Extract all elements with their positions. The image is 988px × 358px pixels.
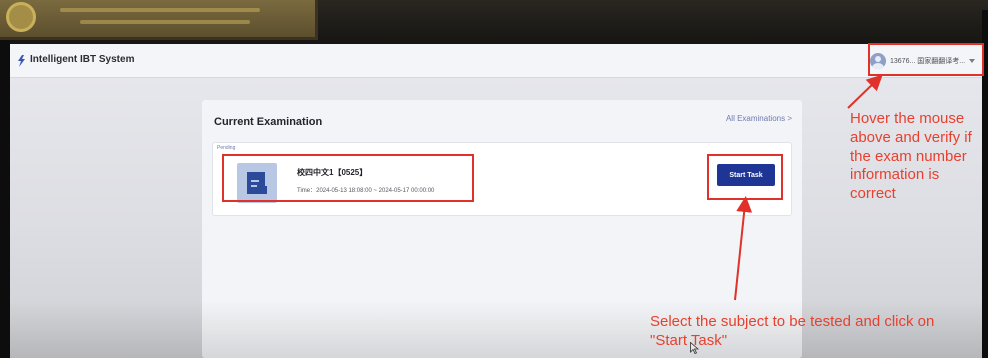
user-hint-line: information is: [850, 166, 940, 184]
start-hint-text: Select the subject to be tested and clic…: [650, 313, 934, 351]
user-hint-arrow: [847, 74, 883, 109]
user-hint-line: correct: [850, 185, 896, 202]
start-hint-line: Select the subject to be tested and clic…: [650, 313, 935, 330]
start-hint-line: "Start Task": [650, 331, 728, 349]
annotation-arrows: [734, 74, 883, 301]
user-hint-line: above and verify if: [850, 128, 972, 146]
user-hint-line: the exam number: [850, 147, 967, 165]
user-hint-text: Hover the mouse above and verify if the …: [850, 110, 972, 204]
user-hint-line: Hover the mouse: [850, 110, 965, 127]
start-hint-arrow: [734, 196, 753, 301]
